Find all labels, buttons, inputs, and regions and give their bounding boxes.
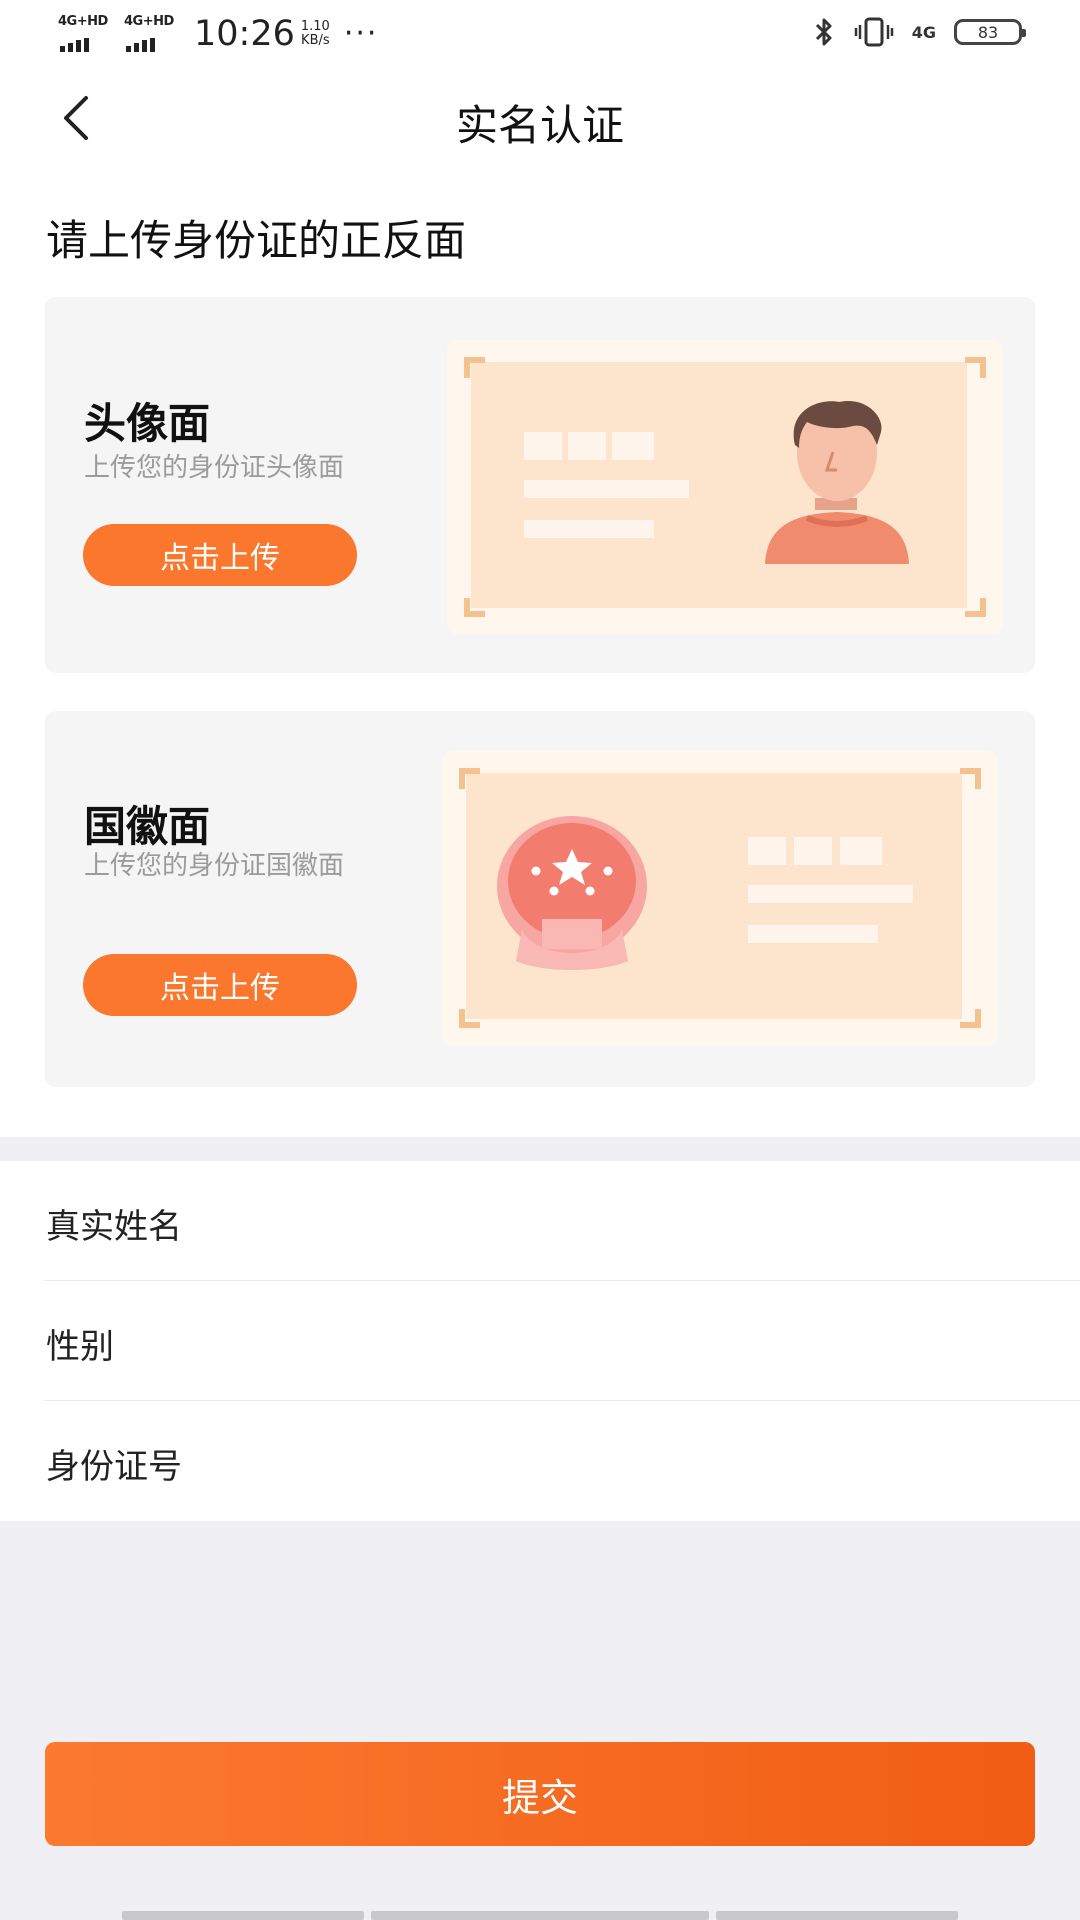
network-speed: 1.10 KB/s: [301, 20, 330, 48]
status-left: 4G+HD 4G+HD 10:26 1.10 KB/s ···: [58, 14, 378, 54]
sim1-signal-icon: 4G+HD: [58, 14, 116, 54]
status-right: 4G 83: [812, 16, 1026, 48]
screen: 4G+HD 4G+HD 10:26 1.10 KB/s ··· 4G 83 实名…: [0, 0, 1080, 1920]
id-front-illustration: [447, 340, 1003, 634]
battery-icon: 83: [954, 19, 1026, 45]
name-row: 真实姓名: [0, 1161, 1080, 1281]
submit-button[interactable]: 提交: [45, 1742, 1035, 1846]
vibrate-icon: [854, 17, 893, 47]
speed-value: 1.10: [300, 19, 330, 34]
id-front-card: 头像面 上传您的身份证头像面 点击上传: [45, 297, 1035, 673]
back-card-subtitle: 上传您的身份证国徽面: [84, 851, 345, 881]
name-label: 真实姓名: [46, 1207, 182, 1247]
front-card-subtitle: 上传您的身份证头像面: [84, 453, 345, 483]
front-upload-button[interactable]: 点击上传: [83, 524, 357, 586]
id-back-card: 国徽面 上传您的身份证国徽面 点击上传: [45, 711, 1035, 1087]
front-card-title: 头像面: [84, 399, 211, 448]
speed-unit: KB/s: [301, 33, 330, 48]
section-divider: [0, 1137, 1080, 1161]
gesture-bar-left: [122, 1911, 364, 1920]
page-title: 实名认证: [455, 101, 624, 150]
sim1-label: 4G+HD: [58, 14, 108, 29]
id-back-illustration: [442, 751, 998, 1045]
battery-level: 83: [977, 22, 999, 42]
gender-input[interactable]: [300, 1301, 1040, 1381]
nav-bar: 实名认证: [0, 68, 1080, 168]
gesture-bar-right: [716, 1911, 958, 1920]
sim2-label: 4G+HD: [124, 14, 174, 29]
bluetooth-icon: [815, 18, 832, 46]
gender-row: 性别: [0, 1281, 1080, 1401]
upload-heading: 请上传身份证的正反面: [46, 216, 467, 265]
id-number-input[interactable]: [300, 1421, 1040, 1501]
name-input[interactable]: [300, 1181, 1040, 1261]
network-type: 4G: [911, 22, 936, 42]
clock: 10:26: [194, 14, 295, 54]
status-bar: 4G+HD 4G+HD 10:26 1.10 KB/s ··· 4G 83: [0, 0, 1080, 68]
id-number-row: 身份证号: [0, 1401, 1080, 1521]
id-number-label: 身份证号: [46, 1447, 182, 1487]
gesture-bar-center: [371, 1911, 709, 1920]
sim2-signal-icon: 4G+HD: [124, 14, 182, 54]
bottom-area: [0, 1521, 1080, 1920]
back-upload-button[interactable]: 点击上传: [83, 954, 357, 1016]
back-card-title: 国徽面: [84, 802, 211, 851]
gender-label: 性别: [46, 1327, 114, 1367]
more-notifications-icon: ···: [343, 16, 379, 51]
